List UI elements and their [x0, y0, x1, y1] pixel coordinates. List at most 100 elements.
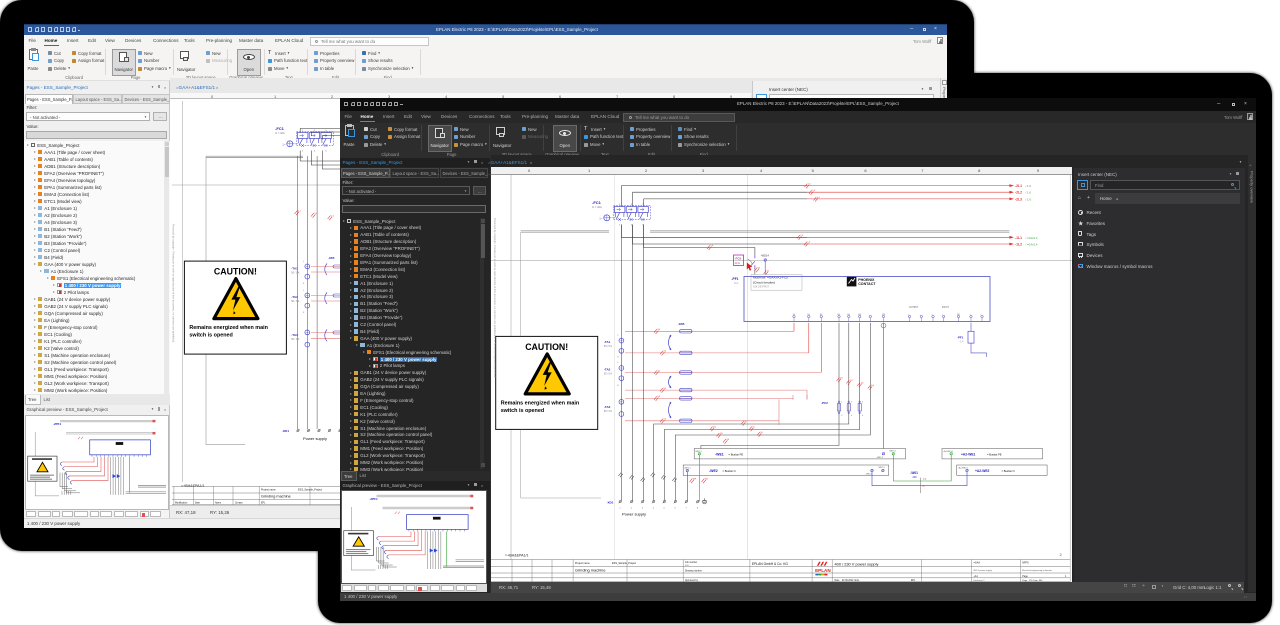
- svg-text:S1: S1: [807, 313, 810, 315]
- svg-text:7: 7: [686, 507, 688, 509]
- svg-text:-FC1: -FC1: [592, 200, 602, 205]
- svg-text:= Busbar N: = Busbar N: [723, 468, 736, 472]
- svg-text:1: 1: [619, 203, 621, 205]
- svg-text:5: 5: [664, 507, 666, 509]
- svg-text:Remains energized when main: Remains energized when main: [189, 325, 268, 331]
- svg-text:WE2.3: WE2.3: [879, 467, 886, 469]
- svg-text:= Busbar PE: = Busbar PE: [729, 452, 744, 456]
- svg-text:-2L3: -2L3: [1015, 197, 1022, 201]
- svg-text:1~: 1~: [599, 216, 603, 220]
- svg-text:-XD5: -XD5: [328, 256, 335, 260]
- svg-text:(rd): (rd): [923, 477, 927, 480]
- svg-text:INPUT: INPUT: [942, 307, 949, 309]
- svg-text:K: K: [618, 356, 620, 358]
- svg-text:EPLAN GmbH & Co. KG: EPLAN GmbH & Co. KG: [752, 562, 789, 566]
- svg-text:L: L: [618, 362, 620, 364]
- svg-text:-PC2: -PC2: [821, 401, 828, 405]
- svg-text:-WE1.2: -WE1.2: [877, 457, 885, 459]
- svg-text:1.4: 1.4: [808, 183, 812, 185]
- svg-text:Drawing number: Drawing number: [685, 569, 702, 572]
- svg-text:1/4: 1/4: [861, 382, 865, 384]
- svg-text:Grinding machine: Grinding machine: [261, 495, 291, 499]
- svg-text:-1L2: -1L2: [1015, 242, 1022, 246]
- svg-text:Name: Name: [215, 502, 222, 504]
- svg-text:EPLAN: EPLAN: [815, 568, 831, 573]
- svg-text:13: 13: [758, 267, 761, 269]
- svg-text:In = 32A: In = 32A: [275, 131, 285, 135]
- svg-text:1.4: 1.4: [817, 196, 821, 198]
- svg-text:IOS: IOS: [685, 565, 689, 567]
- svg-text:200: 200: [913, 475, 918, 478]
- svg-text:50 / 3.4: 50 / 3.4: [291, 338, 300, 341]
- svg-text:L: L: [303, 261, 305, 263]
- svg-text:=+BH&EPA1/1: =+BH&EPA1/1: [181, 484, 205, 488]
- svg-text:Page: Page: [1022, 574, 1028, 577]
- svg-text:-2PF1: -2PF1: [369, 497, 378, 501]
- svg-text:L: L: [303, 290, 305, 292]
- svg-text:H2: H2: [847, 313, 851, 315]
- svg-text:1.4: 1.4: [314, 213, 318, 215]
- svg-text:Project name: Project name: [575, 561, 590, 564]
- svg-text:50 / 5 A: 50 / 5 A: [604, 345, 613, 348]
- svg-text:CONTACT: CONTACT: [858, 282, 876, 286]
- svg-text:Creator: Creator: [235, 501, 243, 504]
- svg-text:CAUTION!: CAUTION!: [525, 341, 568, 351]
- svg-text:-TA3: -TA3: [291, 333, 298, 337]
- svg-text:1/4: 1/4: [663, 387, 667, 389]
- svg-text:5: 5: [862, 401, 864, 403]
- svg-text:-2L2: -2L2: [1015, 190, 1022, 194]
- svg-text:Modification: Modification: [175, 501, 188, 504]
- svg-text:/ 1.6: / 1.6: [1026, 190, 1032, 194]
- svg-text:-TA2: -TA2: [291, 295, 298, 299]
- svg-text:1/4: 1/4: [850, 379, 854, 381]
- svg-text:-KD1: -KD1: [282, 429, 289, 433]
- svg-text:Electrical engineering schemat: Electrical engineering schematic: [1022, 569, 1052, 572]
- svg-text:-PF1: -PF1: [732, 277, 739, 281]
- svg-text:/ =GA/1.4: / =GA/1.4: [1026, 242, 1038, 246]
- svg-text:=GAA: =GAA: [974, 561, 981, 564]
- svg-text:2: 2: [1060, 552, 1063, 557]
- svg-text:2: 2: [841, 415, 843, 417]
- svg-text:Power supply: Power supply: [622, 511, 646, 516]
- svg-text:VN: VN: [882, 313, 885, 315]
- svg-text:1/4: 1/4: [657, 329, 661, 331]
- svg-text:H1: H1: [838, 313, 842, 315]
- svg-text:(Circuit breaker): (Circuit breaker): [753, 280, 775, 284]
- svg-text:1~: 1~: [282, 142, 286, 146]
- svg-text:S2: S2: [820, 313, 823, 315]
- svg-text:+A1: +A1: [974, 574, 979, 577]
- svg-text:1: 1: [619, 507, 621, 509]
- svg-text:Power supply: Power supply: [303, 436, 327, 441]
- svg-text:3: 3: [851, 401, 853, 403]
- svg-text:6: 6: [862, 415, 864, 417]
- svg-text:EPL: EPL: [261, 502, 266, 504]
- svg-text:3: 3: [642, 507, 644, 509]
- svg-text:16: 16: [760, 431, 763, 433]
- svg-text:13: 13: [793, 313, 796, 315]
- svg-text:50 / 3.6: 50 / 3.6: [604, 410, 613, 413]
- svg-text:50 / 5 A: 50 / 5 A: [604, 372, 613, 375]
- svg-text:13 A: 13 A: [735, 260, 740, 264]
- svg-text:L: L: [618, 334, 620, 336]
- svg-text:-1.4: -1.4: [960, 341, 965, 343]
- svg-text:CAUTION!: CAUTION!: [214, 267, 257, 277]
- svg-text:1/4: 1/4: [663, 418, 667, 420]
- svg-text:K: K: [303, 312, 305, 314]
- svg-text:50 / 3.4: 50 / 3.4: [291, 300, 300, 303]
- svg-text:switch is opened: switch is opened: [501, 407, 544, 413]
- svg-text:= Busbar N: = Busbar N: [1002, 468, 1015, 472]
- svg-text:H3: H3: [858, 313, 862, 315]
- svg-text:NFPS: NFPS: [1022, 561, 1029, 564]
- svg-text:K: K: [303, 283, 305, 285]
- svg-text:16: 16: [744, 420, 747, 422]
- svg-text:-2PF1: -2PF1: [53, 422, 61, 426]
- svg-text:WH: WH: [693, 478, 697, 480]
- svg-text:/ 1.6: / 1.6: [1026, 197, 1032, 201]
- svg-text:-TA1: -TA1: [291, 266, 298, 270]
- svg-text:2: 2: [619, 224, 621, 226]
- svg-text:-W01: -W01: [910, 471, 918, 475]
- svg-text:NC: NC: [957, 313, 961, 315]
- svg-text:1: 1: [302, 130, 304, 132]
- svg-text:+A2-WE2: +A2-WE2: [975, 469, 990, 473]
- svg-text:15: 15: [767, 270, 770, 272]
